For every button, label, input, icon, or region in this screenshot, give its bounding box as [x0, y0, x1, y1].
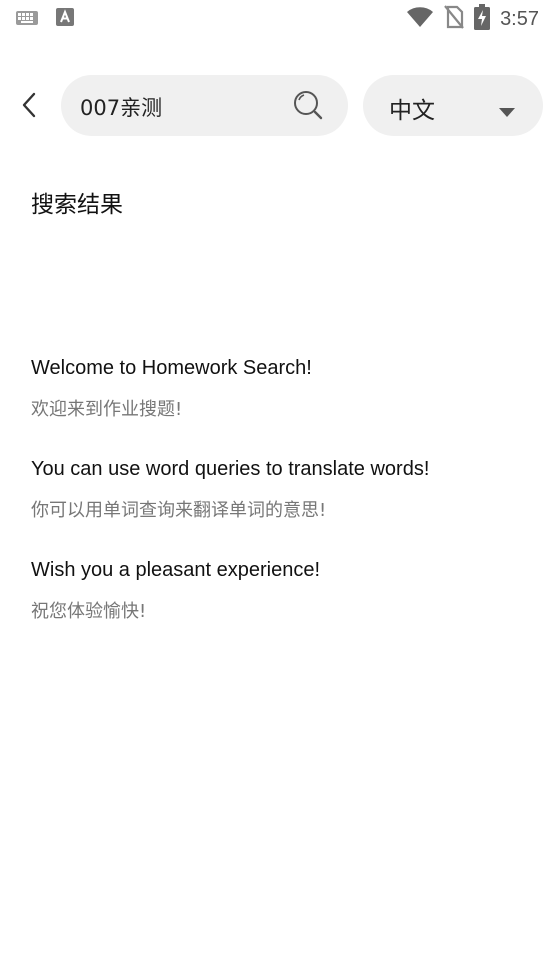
wifi-icon	[406, 6, 434, 32]
keyboard-icon	[16, 10, 38, 29]
search-input-value[interactable]: 007亲测	[80, 92, 162, 122]
message-chinese: 祝您体验愉快!	[31, 601, 147, 622]
clock-time: 3:57	[500, 7, 539, 30]
no-sim-icon	[444, 5, 464, 33]
status-right-icons: 3:57	[406, 4, 539, 34]
message-item: You can use word queries to translate wo…	[31, 456, 531, 523]
caret-down-icon	[499, 102, 515, 121]
welcome-messages: Welcome to Homework Search! 欢迎来到作业搜题! Yo…	[31, 355, 531, 658]
search-field[interactable]: 007亲测	[61, 75, 348, 136]
back-button[interactable]	[14, 89, 46, 121]
section-title: 搜索结果	[31, 192, 123, 218]
message-item: Welcome to Homework Search! 欢迎来到作业搜题!	[31, 355, 531, 422]
search-icon[interactable]	[292, 89, 324, 121]
status-left-icons	[16, 8, 74, 30]
status-bar: 3:57	[0, 0, 551, 36]
battery-charging-icon	[474, 4, 491, 34]
language-dropdown[interactable]: 中文	[363, 75, 543, 136]
message-chinese: 欢迎来到作业搜题!	[31, 399, 183, 420]
message-english: Wish you a pleasant experience!	[31, 559, 321, 581]
message-chinese: 你可以用单词查询来翻译单词的意思!	[31, 500, 327, 521]
message-item: Wish you a pleasant experience! 祝您体验愉快!	[31, 557, 531, 624]
top-bar: 007亲测 中文	[0, 75, 551, 137]
message-english: You can use word queries to translate wo…	[31, 458, 430, 480]
chevron-left-icon	[22, 92, 36, 118]
language-selected: 中文	[389, 98, 435, 124]
font-a-icon	[56, 8, 74, 30]
message-english: Welcome to Homework Search!	[31, 357, 312, 379]
